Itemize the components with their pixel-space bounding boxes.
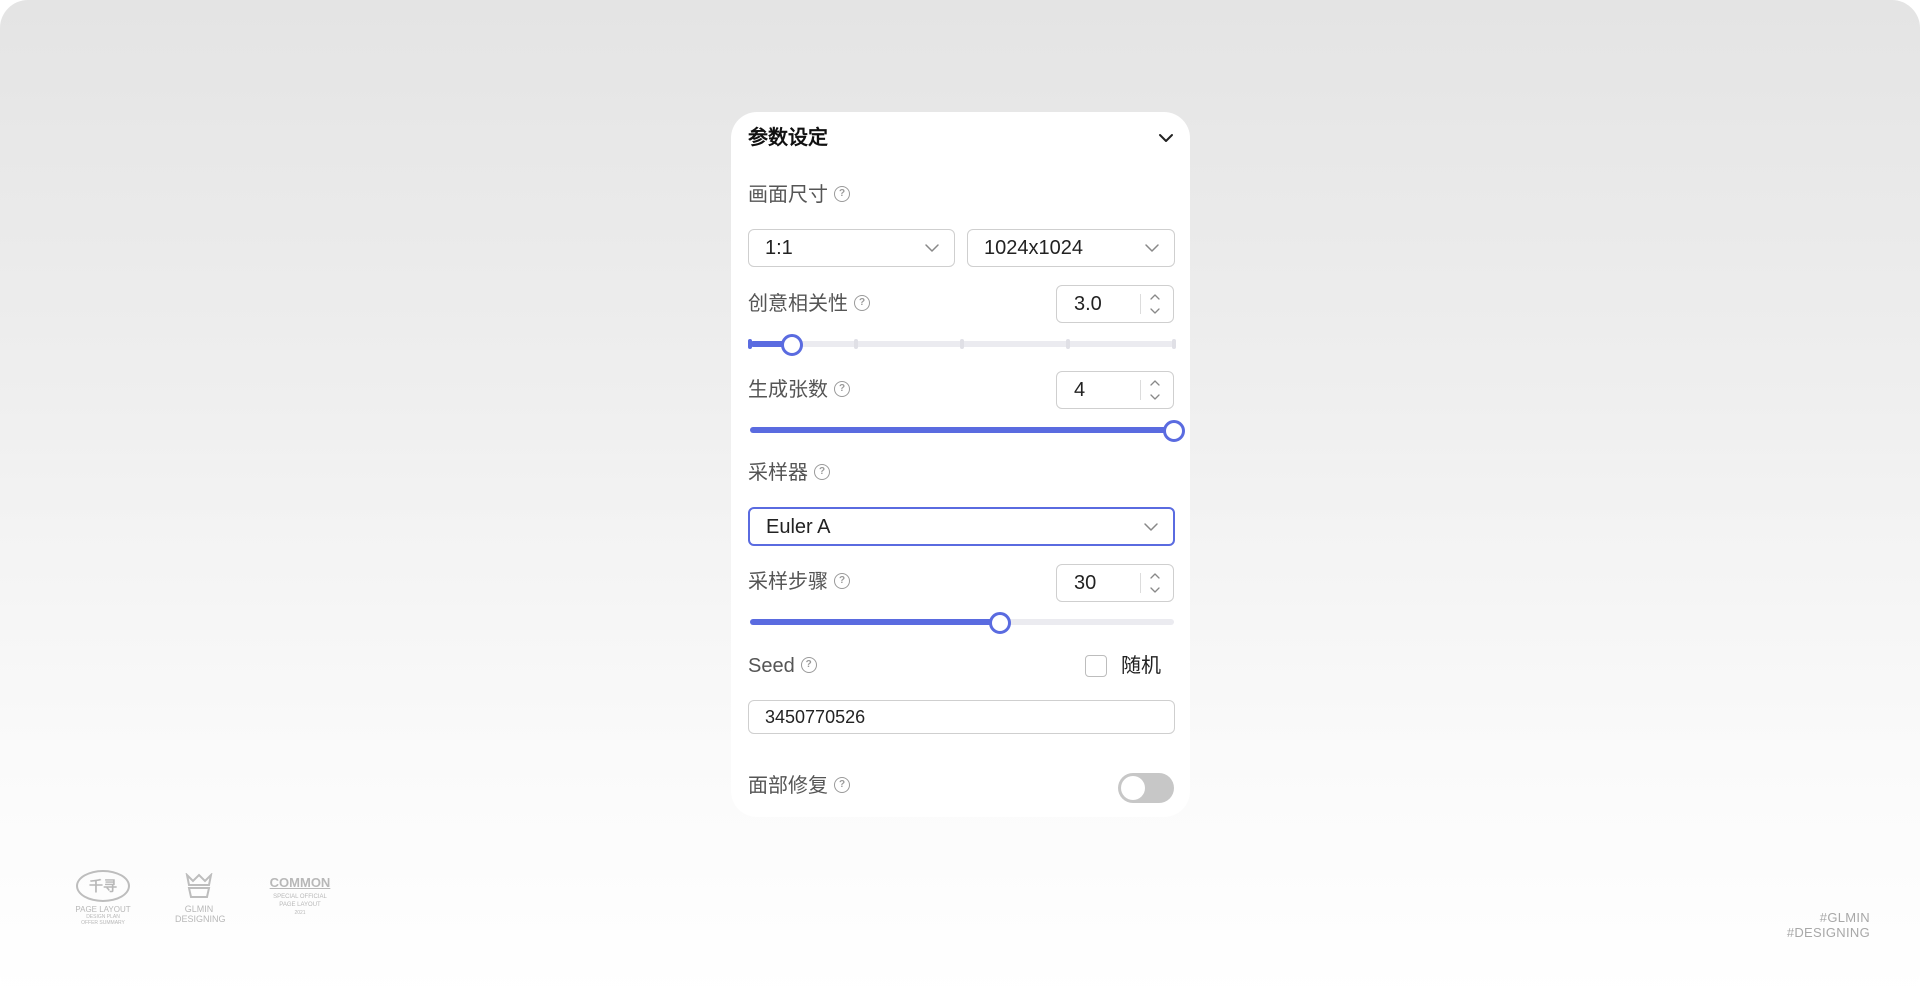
help-icon[interactable]: ? [814, 464, 830, 481]
seed-label-text: Seed [748, 655, 795, 677]
sampling-steps-slider-fill [750, 619, 1001, 625]
seed-value: 3450770526 [765, 707, 866, 727]
seed-input[interactable]: 3450770526 [748, 700, 1175, 734]
chevron-down-icon[interactable] [1156, 128, 1176, 148]
creativity-label-text: 创意相关性 [748, 293, 848, 315]
creativity-value: 3.0 [1074, 293, 1102, 315]
logo-caption: OFFER SUMMARY [81, 920, 125, 926]
sampling-steps-slider-thumb[interactable] [989, 612, 1012, 634]
logo-wordmark: COMMON [269, 875, 331, 890]
logo-caption: SPECIAL OFFICIAL [273, 894, 327, 900]
chevron-up-icon[interactable] [1147, 377, 1163, 389]
logo-mark: 千寻 [76, 870, 130, 902]
random-seed-label: 随机 [1121, 655, 1161, 677]
resolution-select[interactable]: 1024x1024 [967, 229, 1175, 267]
creativity-label: 创意相关性? [748, 290, 870, 318]
seed-label: Seed? [748, 652, 817, 680]
stepper-divider [1140, 380, 1141, 400]
glmin-crown-icon [185, 871, 213, 898]
chevron-down-icon [1144, 523, 1158, 531]
chevron-down-icon[interactable] [1147, 391, 1163, 403]
random-seed-checkbox[interactable] [1085, 655, 1107, 677]
aspect-ratio-value: 1:1 [765, 237, 793, 259]
aspect-ratio-select[interactable]: 1:1 [748, 229, 955, 267]
help-icon[interactable]: ? [834, 381, 850, 398]
creativity-stepper[interactable]: 3.0 [1056, 285, 1174, 323]
image-count-label-text: 生成张数 [748, 379, 828, 401]
logo-caption: PAGE LAYOUT [75, 905, 131, 914]
image-count-slider-thumb[interactable] [1163, 420, 1185, 442]
image-count-stepper[interactable]: 4 [1056, 371, 1174, 409]
footer-logo-qianxun: 千寻 PAGE LAYOUT DESIGN PLAN OFFER SUMMARY [70, 870, 136, 926]
stepper-divider [1140, 294, 1141, 314]
slider-tick [1172, 339, 1176, 349]
chevron-down-icon [1145, 244, 1159, 252]
stepper-divider [1140, 573, 1141, 593]
logo-caption: GLMIN [184, 904, 214, 914]
slider-tick [1066, 339, 1070, 349]
sampling-steps-label: 采样步骤? [748, 568, 850, 596]
logo-caption: 2021 [294, 910, 306, 916]
image-count-label: 生成张数? [748, 376, 850, 404]
panel-title: 参数设定 [748, 127, 828, 149]
sampling-steps-label-text: 采样步骤 [748, 571, 828, 593]
watermark: #GLMIN #DESIGNING [1787, 910, 1870, 940]
watermark-line: #GLMIN [1819, 910, 1870, 925]
chevron-down-icon [925, 244, 939, 252]
canvas-size-label: 画面尺寸? [748, 181, 850, 209]
sampling-steps-stepper[interactable]: 30 [1056, 564, 1174, 602]
toggle-knob [1121, 776, 1145, 800]
help-icon[interactable]: ? [854, 295, 870, 312]
help-icon[interactable]: ? [834, 777, 850, 794]
sampler-select[interactable]: Euler A [748, 507, 1175, 546]
help-icon[interactable]: ? [800, 657, 817, 674]
watermark-line: #DESIGNING [1786, 925, 1870, 940]
chevron-down-icon[interactable] [1147, 584, 1163, 596]
canvas-size-label-text: 画面尺寸 [748, 184, 828, 206]
slider-tick [748, 339, 752, 349]
chevron-up-icon[interactable] [1147, 291, 1163, 303]
help-icon[interactable]: ? [834, 186, 850, 203]
help-icon[interactable]: ? [834, 573, 850, 590]
face-restore-toggle[interactable] [1118, 773, 1174, 803]
footer-logo-common: COMMON SPECIAL OFFICIAL PAGE LAYOUT 2021 [262, 876, 338, 917]
canvas-background: 参数设定 画面尺寸? 1:1 1024x1024 创意相关性? 3.0 生成张数… [0, 0, 1920, 1001]
image-count-slider-fill [750, 427, 1174, 433]
sampling-steps-value: 30 [1074, 572, 1097, 594]
sampler-label: 采样器? [748, 459, 830, 487]
chevron-up-icon[interactable] [1147, 570, 1163, 582]
resolution-value: 1024x1024 [984, 237, 1083, 259]
chevron-down-icon[interactable] [1147, 305, 1163, 317]
slider-tick [854, 339, 858, 349]
slider-tick [960, 339, 964, 349]
image-count-value: 4 [1074, 379, 1086, 401]
logo-caption: PAGE LAYOUT [279, 902, 321, 908]
face-restore-label-text: 面部修复 [748, 775, 828, 797]
footer-logo-glmin: GLMIN DESIGNING [175, 871, 226, 924]
sampler-value: Euler A [766, 516, 831, 538]
face-restore-label: 面部修复? [748, 772, 850, 800]
sampler-label-text: 采样器 [748, 462, 808, 484]
logo-caption: DESIGNING [175, 914, 226, 924]
